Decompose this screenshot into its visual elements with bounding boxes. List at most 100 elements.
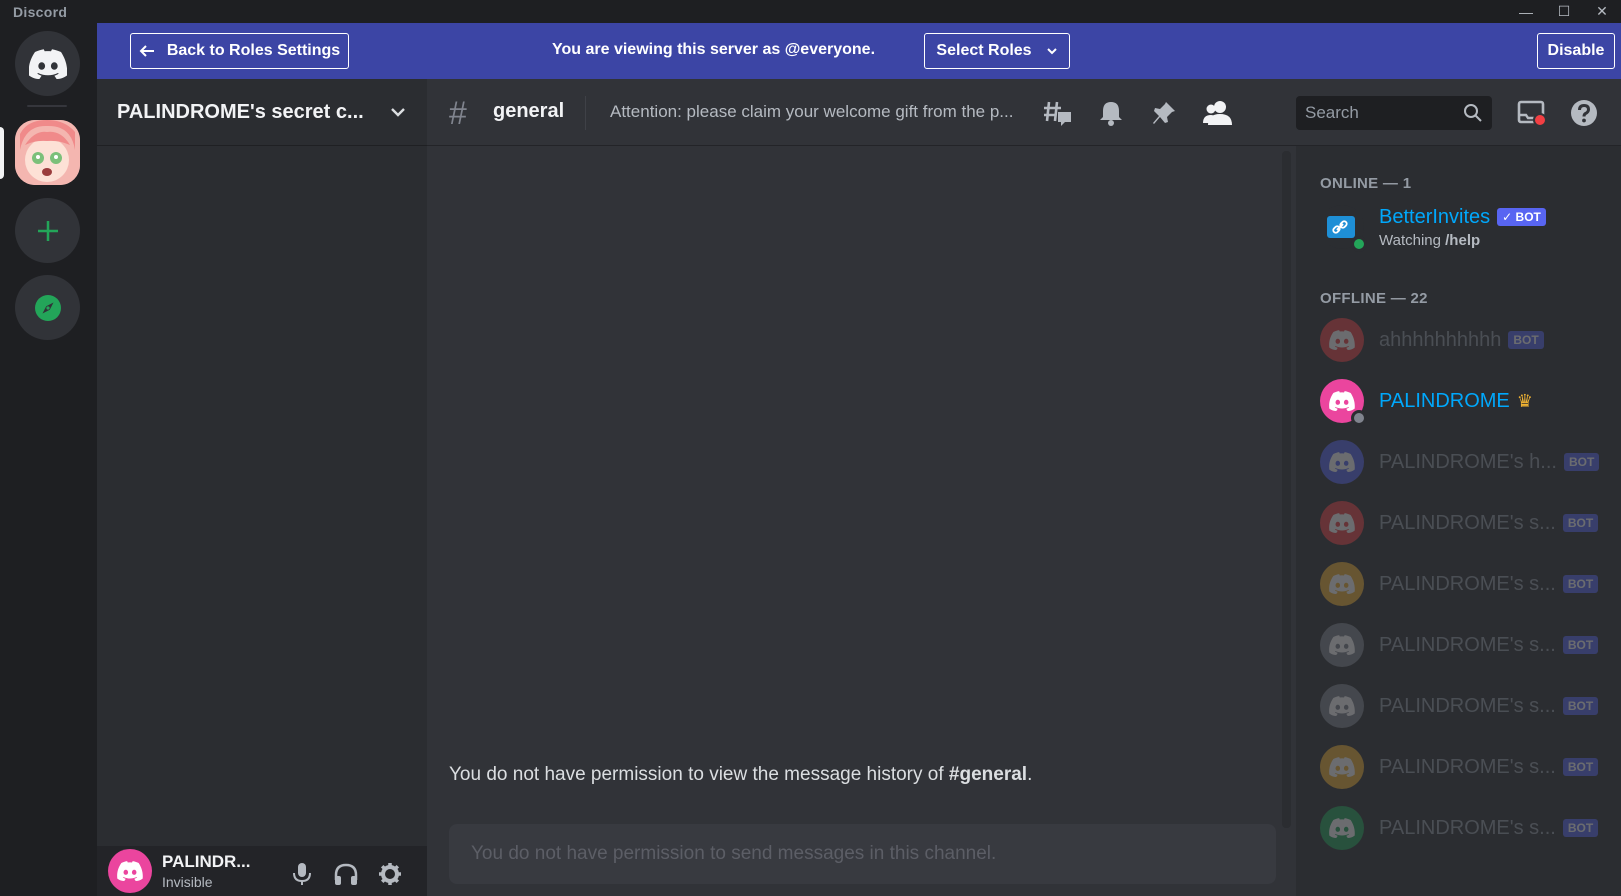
avatar xyxy=(1320,501,1364,545)
gear-icon xyxy=(379,863,401,885)
activity-prefix: Watching xyxy=(1379,231,1446,249)
message-composer[interactable]: You do not have permission to send messa… xyxy=(449,824,1276,884)
bot-tag: BOT xyxy=(1562,819,1599,837)
chat-area: # general Attention: please claim your w… xyxy=(427,79,1621,896)
member-name: BetterInvites xyxy=(1379,205,1491,228)
no-history-channel: #general xyxy=(948,764,1028,785)
rail-separator xyxy=(27,105,67,107)
home-button[interactable] xyxy=(15,31,80,96)
bell-icon xyxy=(1100,102,1122,126)
search-placeholder: Search xyxy=(1305,103,1359,122)
avatar xyxy=(1320,806,1364,850)
user-info[interactable]: PALINDR... Invisible xyxy=(162,852,250,890)
headphones-button[interactable] xyxy=(331,859,361,889)
pinned-messages-button[interactable] xyxy=(1148,97,1180,129)
member-name-row: PALINDROME's s... BOT xyxy=(1379,633,1599,657)
select-roles-label: Select Roles xyxy=(936,42,1032,59)
view-as-message: You are viewing this server as @everyone… xyxy=(552,41,876,58)
member-list-button[interactable] xyxy=(1202,97,1234,129)
members-icon xyxy=(1203,101,1232,125)
close-button[interactable]: ✕ xyxy=(1583,0,1621,23)
member-text: PALINDROME's s... BOT xyxy=(1379,755,1599,779)
member-item[interactable]: PALINDROME's h... BOT xyxy=(1320,438,1620,486)
member-item[interactable]: PALINDROME ♛ xyxy=(1320,377,1620,426)
member-activity: Watching /help xyxy=(1379,232,1546,249)
chat-scrollbar[interactable] xyxy=(1282,151,1291,828)
channel-topic[interactable]: Attention: please claim your welcome gif… xyxy=(610,102,1013,122)
search-input[interactable]: Search xyxy=(1296,96,1492,130)
help-button[interactable] xyxy=(1568,97,1600,129)
discord-avatar-icon xyxy=(1329,513,1355,533)
disable-button[interactable]: Disable xyxy=(1537,33,1615,69)
member-item[interactable]: PALINDROME's s... BOT xyxy=(1320,743,1620,791)
guild-header[interactable]: PALINDROME's secret c... xyxy=(97,79,427,146)
member-text: BetterInvites ✓ BOT Watching /help xyxy=(1379,206,1546,249)
member-item[interactable]: PALINDROME's s... BOT xyxy=(1320,560,1620,608)
search-icon xyxy=(1464,104,1482,122)
minimize-button[interactable]: — xyxy=(1507,0,1545,23)
member-name-row: PALINDROME's s... BOT xyxy=(1379,573,1599,596)
avatar xyxy=(1320,623,1364,667)
headphones-icon xyxy=(334,863,358,885)
member-item[interactable]: ahhhhhhhhhh BOT xyxy=(1320,316,1620,364)
header-divider xyxy=(585,96,586,130)
member-name: PALINDROME's s... xyxy=(1379,755,1556,778)
verified-bot-tag: ✓ BOT xyxy=(1497,208,1546,226)
app-name: Discord xyxy=(13,3,68,20)
no-history-suffix: . xyxy=(1027,764,1033,785)
back-button-label: Back to Roles Settings xyxy=(166,42,341,59)
member-name-row: BetterInvites ✓ BOT xyxy=(1379,206,1546,229)
composer-placeholder: You do not have permission to send messa… xyxy=(471,843,997,864)
bot-tag: BOT xyxy=(1563,453,1600,471)
discord-avatar-icon xyxy=(1329,574,1355,594)
threads-button[interactable] xyxy=(1042,97,1074,129)
pin-icon xyxy=(1153,102,1175,124)
discord-avatar-icon xyxy=(1329,391,1355,411)
member-name: PALINDROME's s... xyxy=(1379,633,1556,656)
bot-tag: BOT xyxy=(1562,514,1599,532)
avatar xyxy=(1320,684,1364,728)
microphone-button[interactable] xyxy=(287,859,317,889)
crown-icon: ♛ xyxy=(1516,390,1533,411)
no-history-notice: You do not have permission to view the m… xyxy=(449,764,1032,786)
channel-hash-icon: # xyxy=(449,95,467,131)
notifications-button[interactable] xyxy=(1095,97,1127,129)
activity-name: /help xyxy=(1445,231,1481,249)
inbox-button[interactable] xyxy=(1516,97,1548,129)
inbox-icon xyxy=(1517,100,1547,127)
chevron-down-icon xyxy=(1046,48,1057,55)
select-roles-dropdown[interactable]: Select Roles xyxy=(924,33,1070,69)
avatar xyxy=(1320,205,1367,252)
discord-avatar-icon xyxy=(1329,635,1355,655)
discord-avatar-icon xyxy=(117,861,143,881)
member-item[interactable]: PALINDROME's s... BOT xyxy=(1320,499,1620,547)
member-text: PALINDROME's s... BOT xyxy=(1379,512,1599,535)
maximize-button[interactable]: ☐ xyxy=(1545,0,1583,23)
member-text: ahhhhhhhhhh BOT xyxy=(1379,329,1544,352)
member-item[interactable]: BetterInvites ✓ BOT Watching /help xyxy=(1320,203,1620,252)
member-name-row: ahhhhhhhhhh BOT xyxy=(1379,329,1544,352)
avatar xyxy=(1320,318,1364,362)
user-panel: PALINDR... Invisible xyxy=(97,846,427,896)
avatar[interactable] xyxy=(108,849,152,893)
member-name: PALINDROME's s... xyxy=(1379,694,1556,717)
member-item[interactable]: PALINDROME's s... BOT xyxy=(1320,682,1620,730)
microphone-icon xyxy=(293,863,311,885)
member-text: PALINDROME's s... BOT xyxy=(1379,633,1599,657)
member-text: PALINDROME's s... BOT xyxy=(1379,573,1599,596)
settings-button[interactable] xyxy=(375,859,405,889)
server-icon-palindrome[interactable] xyxy=(15,120,80,185)
member-name-row: PALINDROME's s... BOT xyxy=(1379,755,1599,779)
member-name-row: PALINDROME's s... BOT xyxy=(1379,512,1599,535)
back-to-roles-settings-button[interactable]: Back to Roles Settings xyxy=(130,33,349,69)
member-item[interactable]: PALINDROME's s... BOT xyxy=(1320,804,1620,852)
avatar xyxy=(1320,562,1364,606)
channel-header: # general Attention: please claim your w… xyxy=(427,79,1621,146)
user-name: PALINDR... xyxy=(162,852,251,871)
member-item[interactable]: PALINDROME's s... BOT xyxy=(1320,621,1620,669)
explore-servers-button[interactable] xyxy=(15,275,80,340)
add-server-button[interactable] xyxy=(15,198,80,263)
title-bar: Discord — ☐ ✕ xyxy=(0,0,1621,23)
discord-avatar-icon xyxy=(1329,818,1355,838)
user-status: Invisible xyxy=(162,874,213,890)
